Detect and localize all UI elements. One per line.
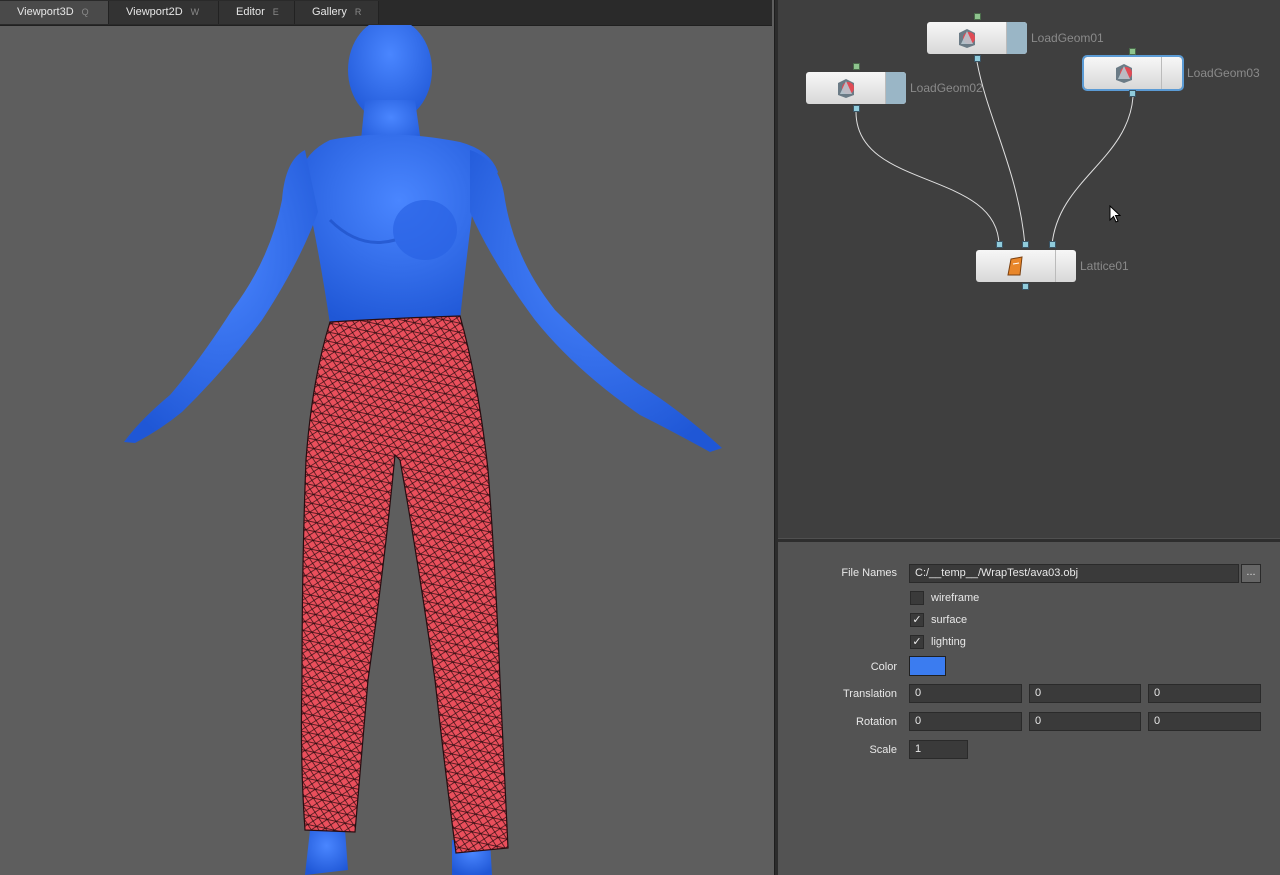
tab-shortcut: W bbox=[190, 7, 200, 17]
node-tab bbox=[1006, 22, 1027, 54]
node-output-port[interactable] bbox=[1022, 283, 1029, 290]
node-output-port[interactable] bbox=[974, 13, 981, 20]
node-input-port[interactable] bbox=[1049, 241, 1056, 248]
node-output-port[interactable] bbox=[853, 63, 860, 70]
node-input-port[interactable] bbox=[853, 105, 860, 112]
node-tab bbox=[1055, 250, 1076, 282]
viewport-3d-canvas[interactable] bbox=[0, 18, 774, 875]
lighting-checkbox[interactable]: ✓ bbox=[910, 635, 924, 649]
tab-viewport2d[interactable]: Viewport2D W bbox=[109, 1, 219, 24]
garment-pants-mesh bbox=[300, 315, 509, 854]
rotation-z-input[interactable]: 0 bbox=[1148, 712, 1261, 731]
node-tab bbox=[885, 72, 906, 104]
surface-checkbox[interactable]: ✓ bbox=[910, 613, 924, 627]
scale-input[interactable]: 1 bbox=[909, 740, 968, 759]
properties-panel: File Names C:/__temp__/WrapTest/ava03.ob… bbox=[778, 542, 1280, 875]
lattice-icon bbox=[1007, 256, 1023, 276]
node-output-port[interactable] bbox=[1129, 48, 1136, 55]
lighting-label: lighting bbox=[931, 636, 966, 648]
node-loadgeom02[interactable] bbox=[806, 72, 906, 104]
node-loadgeom03[interactable] bbox=[1082, 55, 1184, 91]
browse-button[interactable]: ... bbox=[1241, 564, 1261, 583]
node-label: LoadGeom02 bbox=[910, 81, 983, 95]
node-label: LoadGeom03 bbox=[1187, 66, 1260, 80]
node-label: Lattice01 bbox=[1080, 259, 1129, 273]
tab-shortcut: Q bbox=[81, 7, 89, 17]
file-names-label: File Names bbox=[841, 567, 897, 579]
node-input-port[interactable] bbox=[996, 241, 1003, 248]
color-swatch[interactable] bbox=[909, 656, 946, 676]
surface-label: surface bbox=[931, 614, 968, 626]
node-input-port[interactable] bbox=[1129, 90, 1136, 97]
node-loadgeom01[interactable] bbox=[927, 22, 1027, 54]
translation-label: Translation bbox=[842, 688, 897, 700]
color-label: Color bbox=[870, 661, 897, 673]
scale-label: Scale bbox=[869, 744, 897, 756]
tab-label: Editor bbox=[236, 6, 265, 18]
tab-shortcut: E bbox=[272, 7, 279, 17]
geometry-icon bbox=[1116, 64, 1132, 83]
tab-bar: Viewport3D Q Viewport2D W Editor E Gallery R bbox=[0, 0, 772, 26]
file-names-input[interactable]: C:/__temp__/WrapTest/ava03.obj bbox=[909, 564, 1239, 583]
node-input-port[interactable] bbox=[974, 55, 981, 62]
tab-label: Viewport3D bbox=[17, 6, 74, 18]
wireframe-label: wireframe bbox=[931, 592, 980, 604]
tab-label: Viewport2D bbox=[126, 6, 183, 18]
node-graph-editor[interactable]: LoadGeom01 LoadGeom02 LoadGeom03 Lattice… bbox=[778, 0, 1280, 538]
node-tab bbox=[1161, 57, 1182, 89]
tab-label: Gallery bbox=[312, 6, 347, 18]
translation-x-input[interactable]: 0 bbox=[909, 684, 1022, 703]
connection-wire bbox=[855, 111, 1000, 246]
geometry-icon bbox=[838, 79, 854, 98]
wireframe-checkbox[interactable] bbox=[910, 591, 924, 605]
rotation-y-input[interactable]: 0 bbox=[1029, 712, 1141, 731]
rotation-x-input[interactable]: 0 bbox=[909, 712, 1022, 731]
tab-shortcut: R bbox=[354, 7, 362, 17]
tab-gallery[interactable]: Gallery R bbox=[295, 1, 379, 24]
tab-viewport3d[interactable]: Viewport3D Q bbox=[0, 1, 109, 24]
node-lattice01[interactable] bbox=[976, 250, 1076, 282]
geometry-icon bbox=[959, 29, 975, 48]
translation-y-input[interactable]: 0 bbox=[1029, 684, 1141, 703]
body-shading bbox=[393, 200, 457, 260]
mouse-cursor-icon bbox=[1109, 205, 1121, 223]
tab-editor[interactable]: Editor E bbox=[219, 1, 295, 24]
viewport3d-panel: Viewport3D Q Viewport2D W Editor E Gallery R bbox=[0, 0, 774, 875]
rotation-label: Rotation bbox=[856, 716, 897, 728]
avatar-scene bbox=[124, 18, 722, 875]
translation-z-input[interactable]: 0 bbox=[1148, 684, 1261, 703]
node-label: LoadGeom01 bbox=[1031, 31, 1104, 45]
connection-wire bbox=[976, 61, 1026, 246]
node-input-port[interactable] bbox=[1022, 241, 1029, 248]
